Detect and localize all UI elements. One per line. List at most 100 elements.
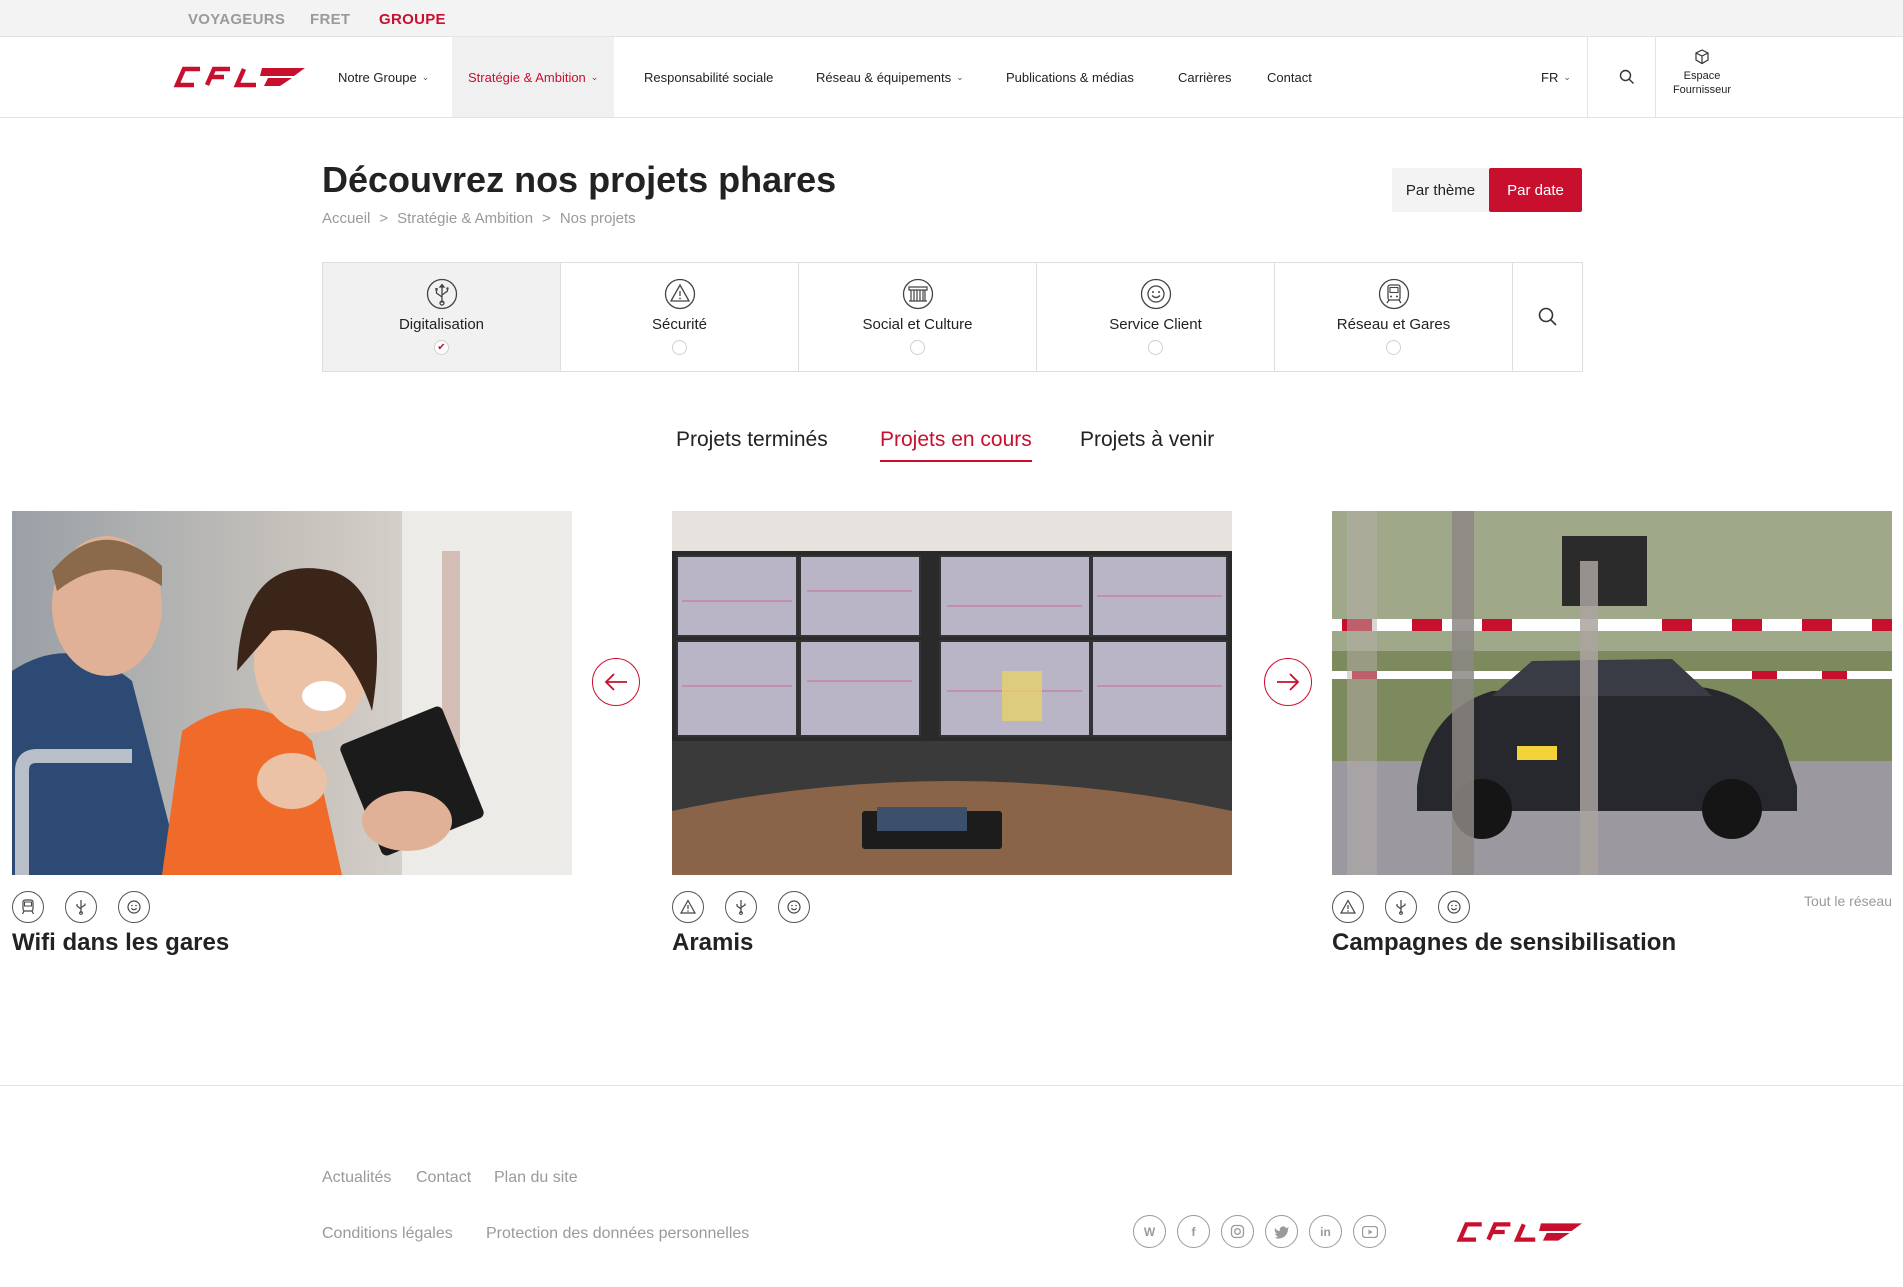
- topbar-voyageurs-link[interactable]: VOYAGEURS: [188, 11, 285, 28]
- project-tags: [12, 891, 171, 923]
- category-social-culture[interactable]: Social et Culture: [799, 263, 1037, 371]
- project-card[interactable]: Aramis: [672, 511, 1232, 956]
- carousel-next-button[interactable]: [1264, 658, 1312, 706]
- train-icon: [1378, 278, 1410, 310]
- nav-reseau-equipements[interactable]: Réseau & équipements ⌄: [816, 37, 964, 117]
- breadcrumb: Accueil > Stratégie & Ambition > Nos projets: [322, 210, 636, 227]
- warning-icon: [1332, 891, 1364, 923]
- category-label: Sécurité: [651, 316, 708, 333]
- chevron-down-icon: ⌄: [1563, 71, 1571, 82]
- category-reseau-gares[interactable]: Réseau et Gares: [1275, 263, 1513, 371]
- nav-label: Carrières: [1178, 69, 1232, 85]
- tab-projets-termines[interactable]: Projets terminés: [676, 428, 828, 452]
- category-checkbox-checked[interactable]: ✔: [434, 340, 449, 355]
- car-at-level-crossing-photo[interactable]: [1332, 511, 1892, 875]
- category-digitalisation[interactable]: Digitalisation ✔: [323, 263, 561, 371]
- smiley-icon: [778, 891, 810, 923]
- nav-label: Réseau & équipements: [816, 69, 952, 85]
- footer-link-conditions-legales[interactable]: Conditions légales: [322, 1225, 453, 1243]
- category-search-button[interactable]: [1513, 263, 1582, 371]
- footer-link-contact[interactable]: Contact: [416, 1169, 471, 1187]
- youtube-icon[interactable]: [1353, 1215, 1386, 1248]
- category-service-client[interactable]: Service Client: [1037, 263, 1275, 371]
- instagram-icon[interactable]: [1221, 1215, 1254, 1248]
- language-label: FR: [1541, 69, 1559, 85]
- usb-icon: [1385, 891, 1417, 923]
- theatre-icon: [902, 278, 934, 310]
- project-tags: [672, 891, 831, 923]
- carousel-prev-button[interactable]: [592, 658, 640, 706]
- by-date-button[interactable]: Par date: [1489, 168, 1582, 212]
- view-toggle: Par thème Par date: [1392, 168, 1582, 212]
- category-checkbox[interactable]: [1386, 340, 1401, 355]
- chevron-down-icon: ⌄: [421, 71, 430, 82]
- breadcrumb-current: Nos projets: [559, 210, 636, 227]
- chevron-down-icon: ⌄: [956, 71, 964, 82]
- category-label: Service Client: [1109, 316, 1202, 333]
- smiley-icon: [1140, 278, 1172, 310]
- page-title: Découvrez nos projets phares: [322, 159, 837, 200]
- supplier-label-line2: Fournisseur: [1672, 84, 1732, 96]
- supplier-space-link[interactable]: Espace Fournisseur: [1656, 49, 1748, 97]
- project-card[interactable]: Tout le réseau Campagnes de sensibilisat…: [1332, 511, 1892, 956]
- breadcrumb-strategie[interactable]: Stratégie & Ambition: [397, 210, 533, 227]
- nav-responsabilite-sociale[interactable]: Responsabilité sociale: [644, 37, 773, 117]
- box-icon: [1695, 49, 1709, 65]
- nav-carrieres[interactable]: Carrières: [1178, 37, 1231, 117]
- warning-icon: [672, 891, 704, 923]
- category-label: Social et Culture: [862, 316, 973, 333]
- train-icon: [12, 891, 44, 923]
- search-icon: [1538, 307, 1557, 326]
- project-scope-label: Tout le réseau: [1804, 893, 1892, 909]
- people-with-tablet-photo[interactable]: [12, 511, 572, 875]
- chevron-down-icon: ⌄: [590, 71, 599, 82]
- category-checkbox[interactable]: [910, 340, 925, 355]
- nav-label: Publications & médias: [1006, 69, 1134, 85]
- nav-label: Notre Groupe: [338, 69, 417, 85]
- project-tags: [1332, 891, 1491, 923]
- main-header: Notre Groupe ⌄ Stratégie & Ambition ⌄ Resp…: [0, 37, 1903, 118]
- topbar-groupe-link[interactable]: GROUPE: [379, 11, 446, 28]
- usb-icon: [65, 891, 97, 923]
- nav-strategie-ambition[interactable]: Stratégie & Ambition ⌄: [452, 37, 615, 117]
- facebook-icon[interactable]: f: [1177, 1215, 1210, 1248]
- category-label: Digitalisation: [398, 316, 485, 333]
- header-search-button[interactable]: [1598, 37, 1655, 117]
- smiley-icon: [118, 891, 150, 923]
- usb-icon: [725, 891, 757, 923]
- tab-projets-en-cours[interactable]: Projets en cours: [880, 428, 1032, 462]
- cfl-logo[interactable]: [172, 65, 306, 89]
- breadcrumb-separator: >: [542, 210, 551, 227]
- tab-projets-a-venir[interactable]: Projets à venir: [1080, 428, 1214, 452]
- footer-link-actualites[interactable]: Actualités: [322, 1169, 391, 1187]
- category-filter-bar: Digitalisation ✔ Sécurité Social et Cult…: [322, 262, 1583, 372]
- nav-notre-groupe[interactable]: Notre Groupe ⌄: [338, 37, 429, 117]
- language-selector[interactable]: FR ⌄: [1541, 37, 1586, 117]
- category-checkbox[interactable]: [672, 340, 687, 355]
- nav-contact[interactable]: Contact: [1267, 37, 1312, 117]
- breadcrumb-home[interactable]: Accueil: [322, 210, 370, 227]
- project-title[interactable]: Wifi dans les gares: [12, 929, 229, 957]
- project-title[interactable]: Aramis: [672, 929, 753, 957]
- nav-label: Responsabilité sociale: [644, 69, 774, 85]
- twitter-icon[interactable]: [1265, 1215, 1298, 1248]
- footer-link-protection-donnees[interactable]: Protection des données personnelles: [486, 1225, 749, 1243]
- nav-publications-medias[interactable]: Publications & médias: [1006, 37, 1134, 117]
- arrow-left-icon: [604, 673, 627, 691]
- control-room-screens-photo[interactable]: [672, 511, 1232, 875]
- smiley-icon: [1438, 891, 1470, 923]
- top-bar: VOYAGEURS FRET GROUPE: [0, 0, 1903, 37]
- footer-link-plan-du-site[interactable]: Plan du site: [494, 1169, 578, 1187]
- arrow-right-icon: [1277, 673, 1300, 691]
- breadcrumb-separator: >: [379, 210, 389, 227]
- category-checkbox[interactable]: [1148, 340, 1163, 355]
- search-icon: [1619, 69, 1634, 84]
- wordpress-icon[interactable]: W: [1133, 1215, 1166, 1248]
- project-title[interactable]: Campagnes de sensibilisation: [1332, 929, 1676, 957]
- linkedin-icon[interactable]: in: [1309, 1215, 1342, 1248]
- topbar-fret-link[interactable]: FRET: [310, 11, 350, 28]
- project-card[interactable]: Wifi dans les gares: [12, 511, 572, 956]
- by-theme-button[interactable]: Par thème: [1392, 168, 1489, 212]
- footer-cfl-logo[interactable]: [1455, 1220, 1583, 1244]
- category-securite[interactable]: Sécurité: [561, 263, 799, 371]
